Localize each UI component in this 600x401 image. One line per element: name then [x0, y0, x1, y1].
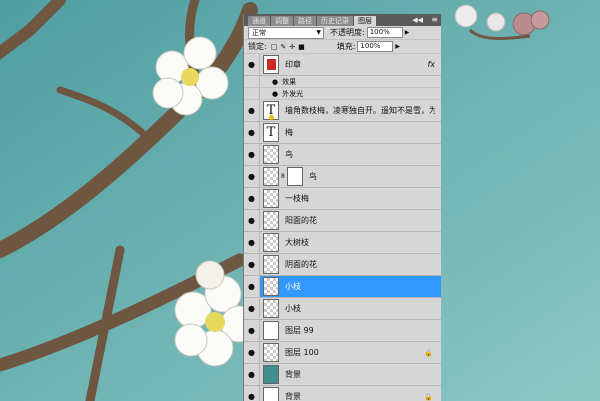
panel-tab-bar: 通道 调整 路径 历史记录 图层 ◀◀ ≡: [244, 14, 441, 26]
layer-name: 鸟: [285, 150, 293, 159]
layer-thumbnail: [263, 343, 279, 362]
lock-paint-icon[interactable]: ✎: [280, 43, 286, 51]
tab-adjustments[interactable]: 调整: [271, 16, 293, 26]
effect-item-row[interactable]: ● 外发光: [244, 88, 441, 100]
layers-panel: 通道 调整 路径 历史记录 图层 ◀◀ ≡ 正常 不透明度: 100% ▶ 锁定…: [243, 14, 441, 401]
layer-thumbnail: [263, 277, 279, 296]
layer-row[interactable]: ● 背景 🔒: [244, 386, 441, 401]
layer-row[interactable]: ● T 梅: [244, 122, 441, 144]
layer-thumbnail: [263, 299, 279, 318]
blend-opacity-row: 正常 不透明度: 100% ▶: [244, 26, 441, 40]
layer-row-selected[interactable]: ● 小枝: [244, 276, 441, 298]
layer-row[interactable]: ● 阴面的花: [244, 254, 441, 276]
layer-thumbnail: [263, 55, 279, 74]
eye-icon[interactable]: ●: [244, 232, 260, 253]
eye-icon[interactable]: ●: [244, 342, 260, 363]
lock-label: 锁定:: [248, 42, 267, 51]
layer-name: 背景: [285, 392, 301, 401]
layer-row[interactable]: ● 背景: [244, 364, 441, 386]
layer-name: 一枝梅: [285, 194, 309, 203]
lock-position-icon[interactable]: ✛: [289, 43, 295, 51]
layer-name: 图层 100: [285, 348, 319, 357]
layer-thumbnail: [263, 145, 279, 164]
layer-row[interactable]: ● 鸟: [244, 144, 441, 166]
layer-row[interactable]: ● 图层 99: [244, 320, 441, 342]
link-icon[interactable]: 8: [281, 173, 285, 180]
layer-thumbnail: [263, 365, 279, 384]
layer-row[interactable]: ● 一枝梅: [244, 188, 441, 210]
effect-eye-icon[interactable]: ●: [272, 90, 278, 98]
eye-icon[interactable]: ●: [244, 386, 260, 401]
layer-name: 阴面的花: [285, 260, 317, 269]
eye-icon[interactable]: ●: [244, 254, 260, 275]
layer-thumbnail: [263, 255, 279, 274]
layer-thumbnail: [263, 321, 279, 340]
eye-icon[interactable]: ●: [244, 364, 260, 385]
eye-icon[interactable]: ●: [244, 144, 260, 165]
fx-icon[interactable]: fx: [427, 60, 435, 69]
eye-icon[interactable]: ●: [244, 166, 260, 187]
layer-name: 图层 99: [285, 326, 314, 335]
tab-layers[interactable]: 图层: [354, 16, 376, 26]
lock-fill-row: 锁定: □ ✎ ✛ ■ 填充: 100% ▶: [244, 40, 441, 54]
layer-row[interactable]: ● 小枝: [244, 298, 441, 320]
lock-icon: 🔒: [424, 348, 433, 357]
blend-mode-select[interactable]: 正常: [248, 26, 324, 39]
layer-thumbnail: [263, 189, 279, 208]
layer-row[interactable]: ● T 墙角数枝梅，凌寒独自开。遥知不是雪，为有暗...: [244, 100, 441, 122]
eye-icon[interactable]: ●: [244, 122, 260, 143]
effects-label: 效果: [282, 77, 297, 86]
layer-thumbnail: [263, 211, 279, 230]
eye-icon[interactable]: ●: [244, 210, 260, 231]
fill-label: 填充:: [336, 42, 356, 51]
layer-name: 梅: [285, 128, 293, 137]
layer-name: 背景: [285, 370, 301, 379]
effects-eye-icon[interactable]: ●: [272, 78, 278, 86]
layer-name: 小枝: [285, 304, 301, 313]
eye-icon[interactable]: ●: [244, 188, 260, 209]
layer-name: 印章: [285, 60, 301, 69]
collapse-icon[interactable]: ◀◀: [412, 14, 423, 26]
effects-row[interactable]: ● 效果: [244, 76, 441, 88]
tab-paths[interactable]: 路径: [294, 16, 316, 26]
opacity-arrow-icon[interactable]: ▶: [405, 29, 410, 36]
lock-transparency-icon[interactable]: □: [271, 43, 278, 51]
fill-arrow-icon[interactable]: ▶: [395, 43, 400, 50]
layer-row[interactable]: ● 印章 fx: [244, 54, 441, 76]
lock-icon: 🔒: [424, 392, 433, 401]
layer-thumbnail: [263, 233, 279, 252]
eye-icon[interactable]: ●: [244, 298, 260, 319]
eye-icon[interactable]: [244, 88, 260, 99]
layer-thumbnail: [263, 167, 279, 186]
text-layer-icon: T: [263, 123, 279, 142]
eye-icon[interactable]: ●: [244, 320, 260, 341]
layer-name: 墙角数枝梅，凌寒独自开。遥知不是雪，为有暗...: [285, 106, 435, 115]
panel-menu-icon[interactable]: ≡: [431, 14, 438, 26]
eye-icon[interactable]: ●: [244, 54, 260, 75]
effect-name: 外发光: [282, 89, 304, 98]
eye-icon[interactable]: [244, 76, 260, 87]
layer-row[interactable]: ● 大树枝: [244, 232, 441, 254]
opacity-input[interactable]: 100%: [366, 27, 403, 38]
layer-row[interactable]: ● 8 鸟: [244, 166, 441, 188]
warning-icon: [269, 115, 274, 120]
tab-channels[interactable]: 通道: [248, 16, 270, 26]
opacity-label: 不透明度:: [330, 28, 365, 37]
fill-input[interactable]: 100%: [357, 41, 394, 52]
layer-name: 小枝: [285, 282, 301, 291]
layer-row[interactable]: ● 图层 100 🔒: [244, 342, 441, 364]
layer-mask-thumbnail[interactable]: [286, 167, 303, 186]
lock-all-icon[interactable]: ■: [298, 43, 305, 51]
eye-icon[interactable]: ●: [244, 276, 260, 297]
layer-thumbnail: [263, 387, 279, 401]
eye-icon[interactable]: ●: [244, 100, 260, 121]
layer-row[interactable]: ● 阳面的花: [244, 210, 441, 232]
layer-name: 阳面的花: [285, 216, 317, 225]
tab-history[interactable]: 历史记录: [317, 16, 353, 26]
layer-name: 鸟: [308, 172, 317, 181]
layer-name: 大树枝: [285, 238, 309, 247]
